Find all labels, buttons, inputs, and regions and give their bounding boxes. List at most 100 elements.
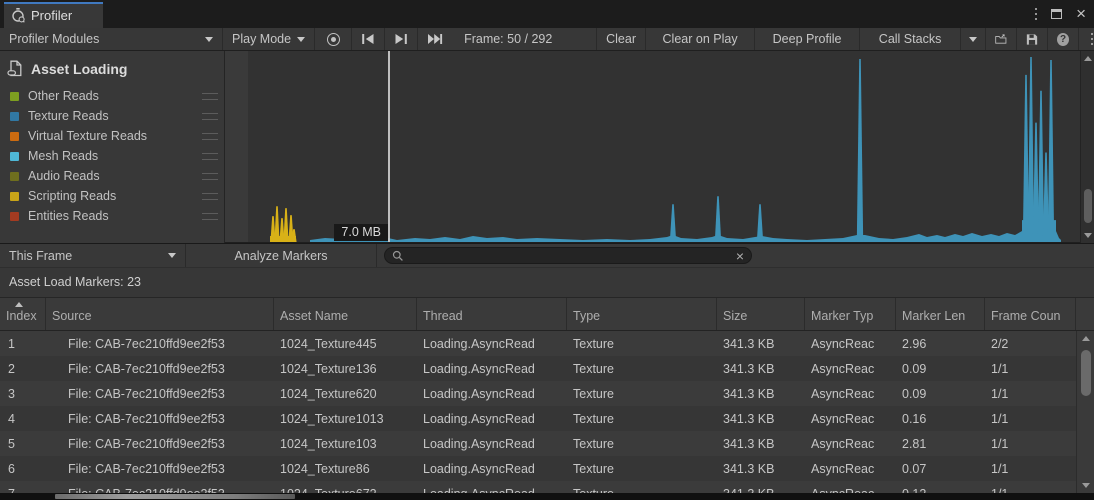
legend-item-other-reads[interactable]: Other Reads bbox=[0, 86, 224, 106]
column-label: Index bbox=[6, 309, 37, 323]
cell-marker-len: 0.16 bbox=[896, 412, 985, 426]
legend-item-virtual-texture-reads[interactable]: Virtual Texture Reads bbox=[0, 126, 224, 146]
window-menu-icon[interactable] bbox=[1035, 8, 1038, 21]
legend-item-scripting-reads[interactable]: Scripting Reads bbox=[0, 186, 224, 206]
scroll-down-icon[interactable] bbox=[1084, 233, 1092, 238]
cell-index: 2 bbox=[0, 362, 46, 376]
chevron-down-icon bbox=[205, 37, 213, 42]
column-label: Frame Coun bbox=[991, 309, 1060, 323]
drag-handle-icon[interactable] bbox=[202, 113, 218, 120]
column-header-marker-typ[interactable]: Marker Typ bbox=[805, 298, 896, 330]
table-row[interactable]: 2File: CAB-7ec210ffd9ee2f531024_Texture1… bbox=[0, 356, 1076, 381]
skip-forward-icon bbox=[427, 33, 443, 45]
legend-color-chip bbox=[10, 112, 19, 121]
cell-size: 341.3 KB bbox=[717, 387, 805, 401]
step-forward-icon bbox=[394, 33, 408, 45]
table-row[interactable]: 3File: CAB-7ec210ffd9ee2f531024_Texture6… bbox=[0, 381, 1076, 406]
column-label: Size bbox=[723, 309, 747, 323]
cell-frame-coun: 1/1 bbox=[985, 462, 1076, 476]
column-header-thread[interactable]: Thread bbox=[417, 298, 567, 330]
cell-marker-len: 2.81 bbox=[896, 437, 985, 451]
current-frame-button[interactable] bbox=[418, 28, 452, 50]
maximize-icon[interactable] bbox=[1051, 9, 1062, 19]
column-label: Thread bbox=[423, 309, 463, 323]
analyze-markers-button[interactable]: Analyze Markers bbox=[186, 244, 376, 267]
table-row[interactable]: 4File: CAB-7ec210ffd9ee2f531024_Texture1… bbox=[0, 406, 1076, 431]
tab-title: Profiler bbox=[31, 8, 72, 23]
legend-color-chip bbox=[10, 172, 19, 181]
scroll-up-icon[interactable] bbox=[1084, 56, 1092, 61]
column-header-size[interactable]: Size bbox=[717, 298, 805, 330]
chart-scrollbar[interactable] bbox=[1080, 51, 1094, 243]
cell-marker-typ: AsyncReac bbox=[805, 412, 896, 426]
column-header-type[interactable]: Type bbox=[567, 298, 717, 330]
column-label: Type bbox=[573, 309, 600, 323]
close-icon[interactable]: × bbox=[1076, 7, 1086, 21]
record-button[interactable] bbox=[315, 28, 351, 50]
scroll-down-icon[interactable] bbox=[1082, 483, 1090, 488]
table-row[interactable]: 6File: CAB-7ec210ffd9ee2f531024_Texture8… bbox=[0, 456, 1076, 481]
frame-selector-dropdown[interactable]: This Frame bbox=[0, 244, 185, 267]
drag-handle-icon[interactable] bbox=[202, 133, 218, 140]
prev-frame-button[interactable] bbox=[352, 28, 384, 50]
drag-handle-icon[interactable] bbox=[202, 173, 218, 180]
cell-asset-name: 1024_Texture136 bbox=[274, 362, 417, 376]
cell-marker-typ: AsyncReac bbox=[805, 387, 896, 401]
clear-on-play-button[interactable]: Clear on Play bbox=[646, 28, 754, 50]
profiler-modules-dropdown[interactable]: Profiler Modules bbox=[0, 28, 222, 50]
deep-profile-button[interactable]: Deep Profile bbox=[755, 28, 859, 50]
chevron-down-icon bbox=[297, 37, 305, 42]
cell-size: 341.3 KB bbox=[717, 412, 805, 426]
record-icon bbox=[327, 33, 340, 46]
scrollbar-thumb[interactable] bbox=[1084, 189, 1092, 223]
legend-color-chip bbox=[10, 92, 19, 101]
drag-handle-icon[interactable] bbox=[202, 193, 218, 200]
legend-label: Virtual Texture Reads bbox=[28, 129, 202, 143]
column-header-index[interactable]: Index bbox=[0, 298, 46, 330]
tab-active-accent bbox=[4, 2, 103, 4]
marker-table: Index SourceAsset Name Thread Type Size Marke… bbox=[0, 298, 1094, 493]
table-scrollbar[interactable] bbox=[1076, 331, 1094, 493]
legend-item-entities-reads[interactable]: Entities Reads bbox=[0, 206, 224, 226]
call-stacks-button[interactable]: Call Stacks bbox=[860, 28, 960, 50]
chevron-down-icon bbox=[168, 253, 176, 258]
column-header-marker-len[interactable]: Marker Len bbox=[896, 298, 985, 330]
column-header-asset-name[interactable]: Asset Name bbox=[274, 298, 417, 330]
next-frame-button[interactable] bbox=[385, 28, 417, 50]
toolbar-menu-button[interactable] bbox=[1079, 28, 1094, 50]
table-row[interactable]: 7File: CAB-7ec210ffd9ee2f531024_Texture6… bbox=[0, 481, 1076, 493]
legend-item-texture-reads[interactable]: Texture Reads bbox=[0, 106, 224, 126]
scroll-up-icon[interactable] bbox=[1082, 336, 1090, 341]
column-header-frame-coun[interactable]: Frame Coun bbox=[985, 298, 1076, 330]
asset-loading-icon bbox=[7, 60, 24, 77]
column-header-source[interactable]: Source bbox=[46, 298, 274, 330]
legend-label: Texture Reads bbox=[28, 109, 202, 123]
search-input[interactable] bbox=[409, 249, 731, 263]
table-row[interactable]: 5File: CAB-7ec210ffd9ee2f531024_Texture1… bbox=[0, 431, 1076, 456]
chart-area[interactable]: 7.0 MB bbox=[225, 51, 1080, 243]
load-profile-button[interactable] bbox=[986, 28, 1016, 50]
table-row[interactable]: 1File: CAB-7ec210ffd9ee2f531024_Texture4… bbox=[0, 331, 1076, 356]
legend-item-audio-reads[interactable]: Audio Reads bbox=[0, 166, 224, 186]
search-clear-icon[interactable]: × bbox=[736, 250, 744, 262]
save-profile-button[interactable] bbox=[1017, 28, 1047, 50]
cell-thread: Loading.AsyncRead bbox=[417, 337, 567, 351]
cell-marker-len: 0.07 bbox=[896, 462, 985, 476]
scrollbar-thumb[interactable] bbox=[1081, 350, 1091, 396]
clear-button[interactable]: Clear bbox=[597, 28, 645, 50]
drag-handle-icon[interactable] bbox=[202, 213, 218, 220]
drag-handle-icon[interactable] bbox=[202, 153, 218, 160]
asset-loading-chart[interactable] bbox=[225, 51, 1080, 242]
call-stacks-caret[interactable] bbox=[961, 28, 985, 50]
play-mode-dropdown[interactable]: Play Mode bbox=[223, 28, 314, 50]
tab-profiler[interactable]: Profiler bbox=[4, 2, 103, 28]
module-header[interactable]: Asset Loading bbox=[0, 51, 224, 84]
search-field[interactable]: × bbox=[384, 247, 752, 264]
legend-item-mesh-reads[interactable]: Mesh Reads bbox=[0, 146, 224, 166]
drag-handle-icon[interactable] bbox=[202, 93, 218, 100]
cell-thread: Loading.AsyncRead bbox=[417, 362, 567, 376]
legend-list: Other Reads Texture Reads Virtual Texture … bbox=[0, 84, 224, 226]
table-body: 1File: CAB-7ec210ffd9ee2f531024_Texture4… bbox=[0, 331, 1076, 493]
save-floppy-icon bbox=[1026, 33, 1038, 46]
help-button[interactable]: ? bbox=[1048, 28, 1078, 50]
